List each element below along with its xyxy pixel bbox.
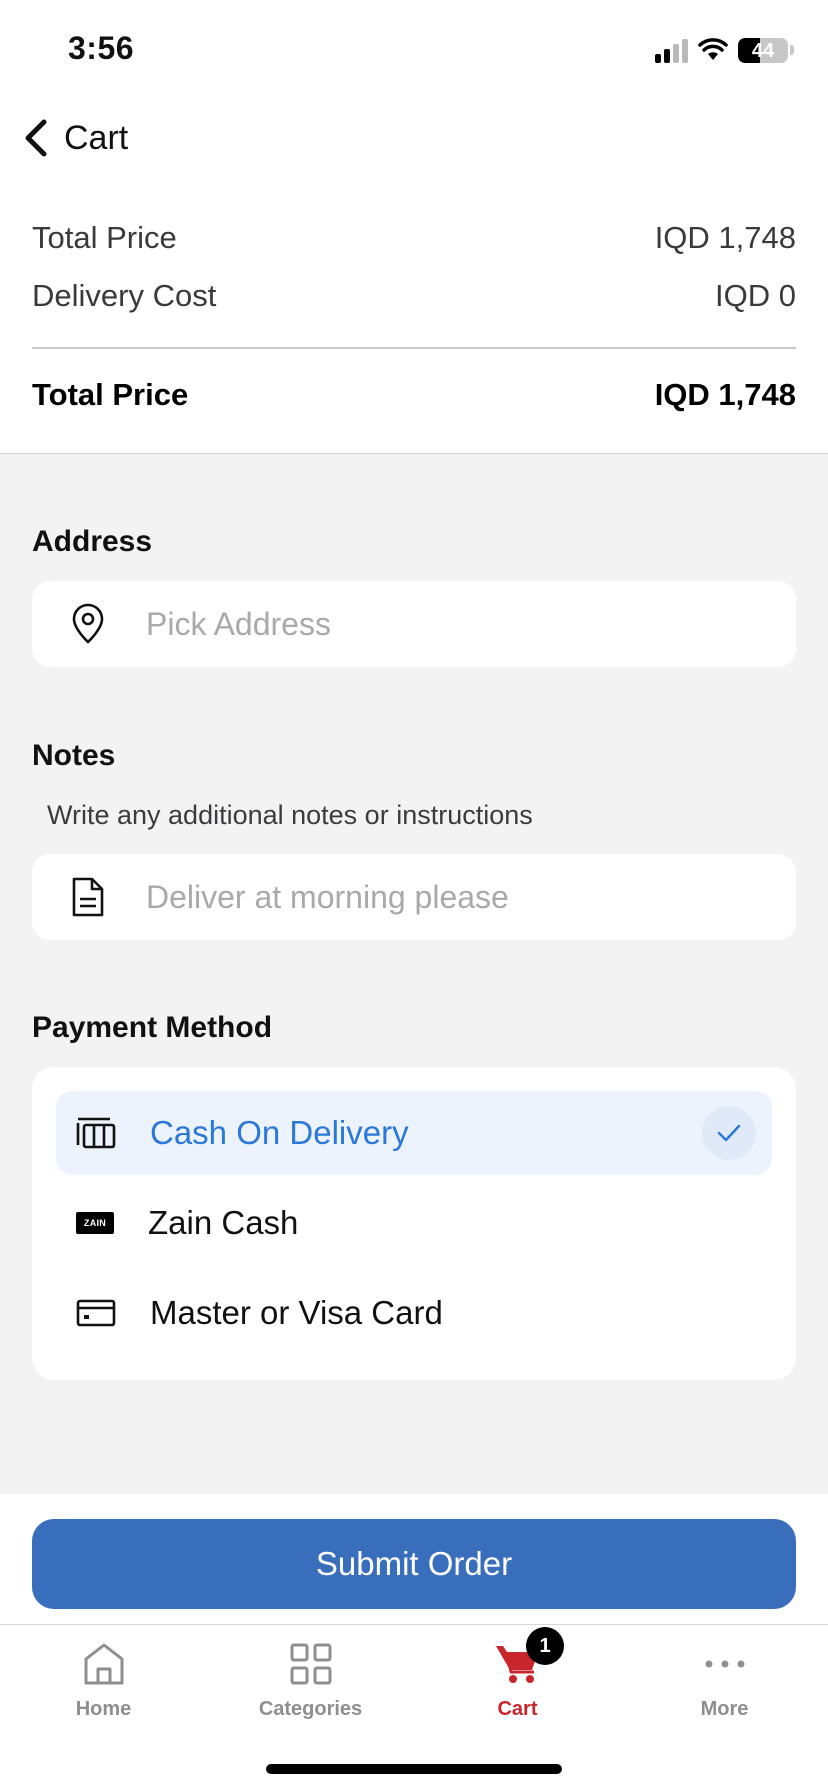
notes-placeholder: Deliver at morning please bbox=[146, 878, 509, 915]
grid-icon bbox=[284, 1637, 338, 1691]
divider bbox=[32, 347, 796, 349]
location-pin-icon bbox=[72, 603, 104, 644]
payment-option-cash[interactable]: Cash On Delivery bbox=[56, 1091, 772, 1175]
notes-title: Notes bbox=[32, 739, 116, 772]
address-title: Address bbox=[32, 525, 153, 558]
summary-label: Total Price bbox=[32, 220, 177, 255]
battery-level: 44 bbox=[751, 39, 775, 62]
address-placeholder: Pick Address bbox=[146, 605, 331, 642]
tab-bar: Home Categories Cart 1 More bbox=[0, 1624, 828, 1744]
submit-order-button[interactable]: Submit Order bbox=[32, 1519, 796, 1609]
address-picker[interactable]: Pick Address bbox=[32, 581, 796, 667]
tab-home[interactable]: Home bbox=[0, 1625, 207, 1745]
home-indicator[interactable] bbox=[266, 1764, 562, 1774]
summary-label: Delivery Cost bbox=[32, 278, 217, 313]
document-icon bbox=[72, 877, 104, 917]
zain-cash-logo: ZAIN bbox=[76, 1212, 114, 1234]
credit-card-icon bbox=[76, 1299, 116, 1327]
home-icon bbox=[77, 1637, 131, 1691]
payment-option-label: Cash On Delivery bbox=[150, 1114, 409, 1151]
total-label: Total Price bbox=[32, 377, 189, 412]
cash-icon bbox=[76, 1117, 116, 1149]
status-icons: 44 bbox=[655, 34, 794, 66]
payment-title: Payment Method bbox=[32, 1011, 273, 1044]
notes-input[interactable]: Deliver at morning please bbox=[32, 854, 796, 940]
tab-label: Categories bbox=[258, 1698, 363, 1720]
back-label: Cart bbox=[64, 118, 129, 157]
summary-value: IQD 0 bbox=[715, 278, 796, 313]
back-button[interactable]: Cart bbox=[22, 118, 128, 158]
payment-option-label: Zain Cash bbox=[148, 1204, 299, 1241]
tab-label: Home bbox=[75, 1698, 132, 1720]
tab-cart[interactable]: Cart bbox=[414, 1625, 621, 1745]
tab-label: Cart bbox=[497, 1698, 538, 1720]
tab-label: More bbox=[700, 1698, 749, 1720]
summary-row: Total Price IQD 1,748 bbox=[32, 220, 796, 256]
total-value: IQD 1,748 bbox=[654, 377, 796, 412]
status-time: 3:56 bbox=[68, 30, 135, 66]
cart-count-badge: 1 bbox=[526, 1627, 564, 1665]
wifi-icon bbox=[698, 38, 728, 60]
payment-option-card[interactable]: Master or Visa Card bbox=[56, 1271, 772, 1355]
payment-methods-card: Cash On Delivery ZAIN Zain Cash Master o… bbox=[32, 1067, 796, 1380]
summary-row: Delivery Cost IQD 0 bbox=[32, 278, 796, 314]
payment-option-label: Master or Visa Card bbox=[150, 1294, 443, 1331]
battery-icon: 44 bbox=[738, 37, 788, 63]
cellular-signal-icon bbox=[655, 37, 688, 63]
notes-hint: Write any additional notes or instructio… bbox=[47, 800, 533, 830]
chevron-left-icon bbox=[25, 119, 47, 157]
tab-more[interactable]: More bbox=[621, 1625, 828, 1745]
payment-option-zain-cash[interactable]: ZAIN Zain Cash bbox=[56, 1181, 772, 1265]
checkmark-icon bbox=[702, 1106, 756, 1160]
more-icon bbox=[698, 1637, 752, 1691]
summary-value: IQD 1,748 bbox=[654, 220, 796, 255]
total-row: Total Price IQD 1,748 bbox=[32, 377, 796, 413]
tab-categories[interactable]: Categories bbox=[207, 1625, 414, 1745]
